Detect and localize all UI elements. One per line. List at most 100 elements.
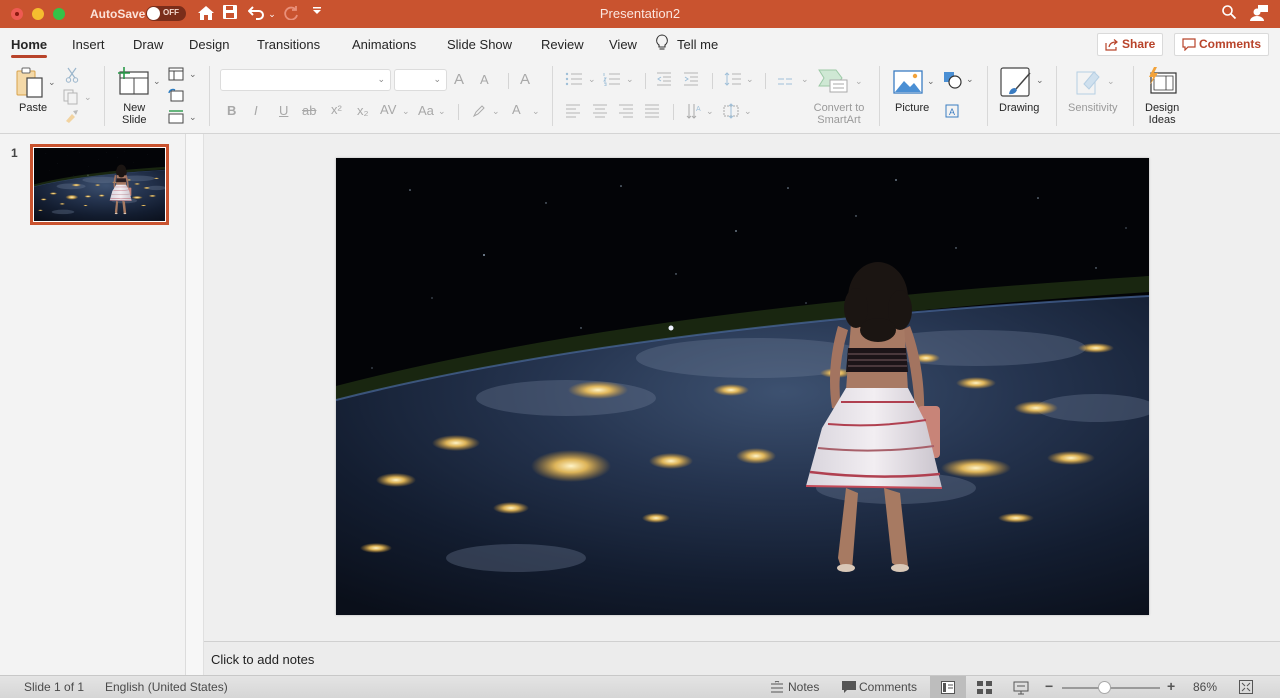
slide-photo-earth-night[interactable] — [336, 158, 1149, 615]
svg-text:A: A — [696, 106, 701, 113]
drawing-dropdown-icon[interactable]: ⌄ — [1036, 75, 1044, 86]
fit-to-window-button[interactable] — [1239, 680, 1253, 697]
line-spacing-icon — [724, 72, 742, 91]
maximize-window-button[interactable] — [53, 8, 65, 20]
ribbon-separator — [209, 66, 210, 126]
slide-thumbnail[interactable] — [30, 144, 169, 225]
align-left-icon — [565, 104, 581, 123]
picture-button[interactable] — [893, 70, 923, 99]
tab-slide-show[interactable]: Slide Show — [447, 37, 512, 52]
notes-pane[interactable]: Click to add notes — [204, 641, 1280, 675]
picture-label: Picture — [895, 102, 930, 114]
comments-toggle-button[interactable]: Comments — [859, 680, 917, 694]
zoom-out-button[interactable]: − — [1045, 678, 1053, 694]
section-dropdown-icon[interactable]: ⌄ — [189, 112, 197, 123]
zoom-in-button[interactable]: + — [1167, 678, 1175, 694]
change-case-button: Aa — [418, 103, 434, 118]
section-icon[interactable] — [168, 110, 184, 129]
autosave-label: AutoSave — [90, 7, 146, 21]
smartart-dropdown-icon: ⌄ — [855, 76, 863, 86]
ribbon-separator — [1133, 66, 1134, 126]
home-icon[interactable] — [196, 4, 216, 24]
tab-transitions[interactable]: Transitions — [257, 37, 320, 52]
ribbon-separator — [645, 73, 646, 89]
comments-button[interactable]: Comments — [1174, 33, 1270, 56]
undo-icon[interactable] — [247, 4, 265, 24]
copy-dropdown-icon: ⌄ — [84, 92, 92, 102]
text-box-icon[interactable]: A — [944, 103, 960, 124]
picture-dropdown-icon[interactable]: ⌄ — [927, 76, 935, 87]
highlight-icon — [472, 104, 486, 123]
paste-label: Paste — [19, 102, 48, 114]
close-window-button[interactable] — [11, 8, 23, 20]
slide-editor — [204, 134, 1280, 641]
pane-divider[interactable] — [186, 134, 204, 675]
italic-button: I — [254, 103, 258, 118]
paste-dropdown-icon[interactable]: ⌄ — [48, 77, 56, 88]
language-indicator[interactable]: English (United States) — [105, 680, 228, 694]
new-slide-button[interactable] — [117, 66, 151, 101]
design-ideas-button[interactable] — [1146, 66, 1178, 101]
slide-thumbnail-pane: 1 — [0, 134, 186, 675]
chevron-down-icon: ⌄ — [746, 74, 754, 84]
columns-icon — [777, 74, 793, 92]
superscript-button: x² — [331, 102, 342, 117]
paste-icon — [16, 67, 43, 98]
tab-design[interactable]: Design — [189, 37, 229, 52]
reading-view-button[interactable] — [1013, 681, 1029, 698]
underline-button: U — [279, 103, 289, 118]
save-icon[interactable] — [221, 4, 239, 24]
drawing-button[interactable] — [1000, 67, 1032, 102]
font-size-select[interactable]: ⌄ — [394, 69, 447, 91]
tab-review[interactable]: Review — [541, 37, 584, 52]
notes-placeholder[interactable]: Click to add notes — [211, 652, 314, 667]
chevron-down-icon: ⌄ — [433, 74, 441, 84]
search-icon[interactable] — [1220, 4, 1238, 24]
new-slide-dropdown-icon[interactable]: ⌄ — [153, 76, 161, 87]
drawing-icon — [1000, 67, 1031, 97]
layout-dropdown-icon[interactable]: ⌄ — [189, 69, 197, 80]
tab-draw[interactable]: Draw — [133, 37, 163, 52]
status-bar: Slide 1 of 1 English (United States) Not… — [0, 675, 1280, 698]
new-slide-label-line2: Slide — [122, 114, 147, 126]
comments-icon — [842, 681, 856, 696]
sensitivity-icon — [1076, 68, 1104, 101]
shapes-dropdown-icon[interactable]: ⌄ — [966, 74, 974, 85]
notes-toggle-button[interactable]: Notes — [788, 680, 819, 694]
tab-insert[interactable]: Insert — [72, 37, 105, 52]
zoom-slider-handle[interactable] — [1098, 681, 1112, 694]
slide-sorter-view-button[interactable] — [977, 681, 992, 697]
shapes-icon[interactable] — [943, 71, 963, 94]
design-label-line1: Design — [1145, 102, 1180, 114]
ribbon-separator — [552, 66, 553, 126]
slide-canvas[interactable] — [336, 158, 1149, 615]
numbering-icon — [603, 72, 621, 91]
minimize-window-button[interactable] — [32, 8, 44, 20]
grow-font-icon: A — [454, 71, 465, 88]
autosave-toggle[interactable]: OFF — [146, 6, 186, 21]
tab-view[interactable]: View — [609, 37, 637, 52]
tell-me-search[interactable]: Tell me — [677, 37, 718, 52]
chevron-down-icon: ⌄ — [706, 106, 714, 116]
drawing-label: Drawing — [999, 102, 1040, 114]
undo-dropdown-icon[interactable]: ⌄ — [267, 4, 277, 24]
chevron-down-icon: ⌄ — [402, 106, 410, 116]
reset-slide-icon[interactable] — [168, 88, 184, 107]
ribbon-separator — [879, 66, 880, 126]
paste-button[interactable] — [16, 67, 46, 104]
zoom-level[interactable]: 86% — [1193, 680, 1217, 694]
tab-home[interactable]: Home — [11, 37, 48, 58]
normal-view-button[interactable] — [930, 676, 966, 698]
convert-label-line2: SmartArt — [817, 114, 861, 126]
comments-label: Comments — [1199, 37, 1262, 51]
tab-animations[interactable]: Animations — [352, 37, 416, 52]
share-button[interactable]: Share — [1097, 33, 1164, 56]
account-feedback-icon[interactable] — [1248, 4, 1270, 24]
ribbon-separator — [987, 66, 988, 126]
layout-icon[interactable] — [168, 67, 184, 86]
redo-icon — [283, 4, 301, 24]
clear-formatting-icon: A — [520, 71, 531, 88]
customize-toolbar-icon[interactable] — [311, 4, 323, 24]
font-name-select[interactable]: ⌄ — [220, 69, 391, 91]
normal-view-icon — [941, 681, 955, 694]
